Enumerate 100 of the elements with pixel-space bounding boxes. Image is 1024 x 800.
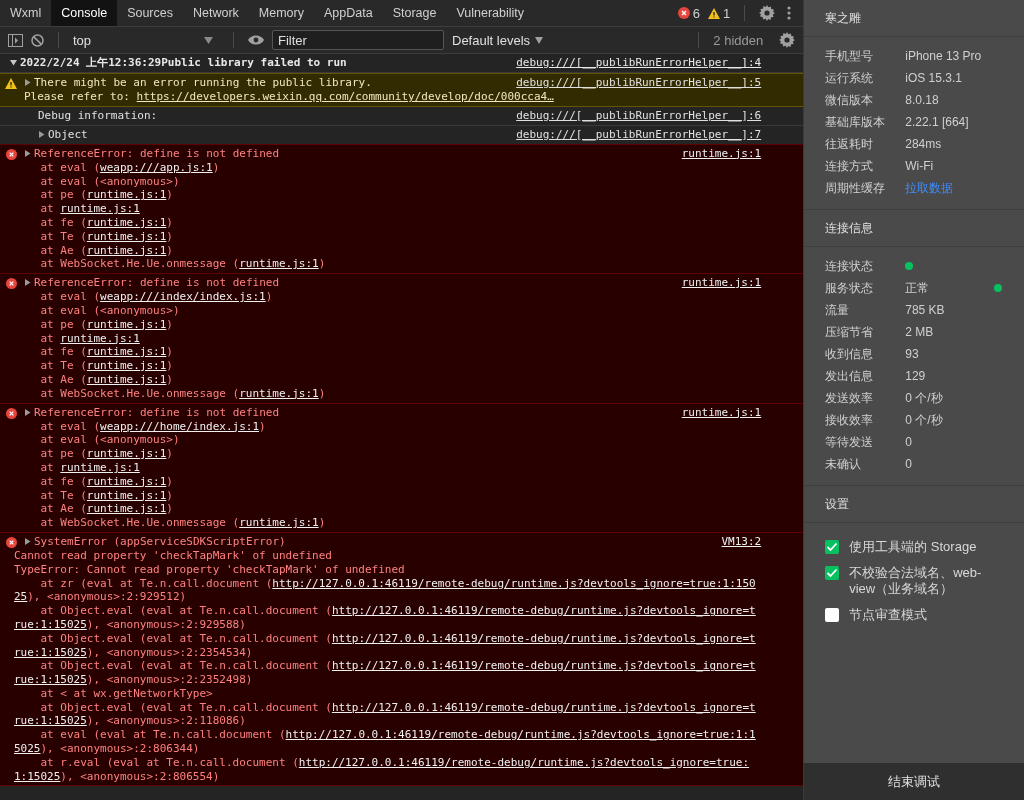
stack-link[interactable]: runtime.js:1 <box>60 460 140 474</box>
checkbox[interactable] <box>825 540 840 554</box>
stack-link[interactable]: 1:15025 <box>14 769 61 783</box>
log-levels-dropdown[interactable]: Default levels <box>452 32 544 48</box>
source-link[interactable]: runtime.js:1 <box>681 146 762 160</box>
stack-link[interactable]: http://127.0.0.1:46119/remote-debug/runtime.js?devtools_ignore=t <box>331 604 756 618</box>
panel-tab[interactable]: AppData <box>314 0 383 26</box>
stack-trace-line: at WebSocket.He.Ue.onmessage (runtime.js:1) <box>39 516 327 530</box>
stack-link[interactable]: http://127.0.0.1:46119/remote-debug/runtime.js?devtools_ignore=t <box>331 659 756 673</box>
stack-link[interactable]: runtime.js:1 <box>60 202 140 216</box>
clear-console-icon[interactable] <box>31 33 44 47</box>
stack-link[interactable]: runtime.js:1 <box>86 188 167 202</box>
stack-link[interactable]: runtime.js:1 <box>86 317 167 331</box>
collapsed-triangle-icon[interactable] <box>24 537 31 545</box>
settings-icon[interactable] <box>779 32 796 48</box>
stack-link[interactable]: runtime.js:1 <box>239 257 319 271</box>
stack-link[interactable]: 25 <box>14 590 28 604</box>
panel-tab[interactable]: Memory <box>248 0 314 26</box>
panel-tab[interactable]: Network <box>183 0 249 26</box>
context-select[interactable]: top <box>73 32 219 48</box>
stack-link[interactable]: weapp:///home/index.js:1 <box>100 419 260 433</box>
panel-tab[interactable]: Console <box>51 0 118 26</box>
end-debug-button[interactable]: 结束调试 <box>804 763 1024 800</box>
source-link[interactable]: VM13:2 <box>721 534 762 548</box>
info-label: 连接状态 <box>825 257 875 275</box>
dropdown-caret-icon <box>204 36 213 44</box>
more-menu-icon[interactable] <box>787 6 792 20</box>
collapsed-triangle-icon[interactable] <box>24 79 31 86</box>
info-label: 未确认 <box>825 455 863 473</box>
stack-trace-line: rue:1:15025), <anonymous>:2:118086) <box>14 714 247 729</box>
warning-icon <box>708 7 720 19</box>
eye-icon[interactable] <box>248 35 264 45</box>
stack-link[interactable]: runtime.js:1 <box>239 516 319 530</box>
console-message: ReferenceError: define is not defined <box>34 276 280 290</box>
stack-link[interactable]: http://127.0.0.1:46119/remote-debug/runtime.js?devtools_ignore=t <box>331 631 756 645</box>
collapsed-triangle-icon[interactable] <box>24 408 31 416</box>
info-value: 正常 <box>905 279 930 297</box>
sidebar-toggle-icon[interactable] <box>8 33 23 47</box>
stack-link[interactable]: runtime.js:1 <box>86 502 167 516</box>
stack-link[interactable]: http://127.0.0.1:46119/remote-debug/runtime.js?devtools_ignore=true:1:150 <box>272 576 756 590</box>
stack-link[interactable]: runtime.js:1 <box>86 359 167 373</box>
stack-trace-line: at WebSocket.He.Ue.onmessage (runtime.js:1) <box>39 386 327 401</box>
stack-link[interactable]: 5025 <box>14 742 41 756</box>
collapsed-triangle-icon[interactable] <box>38 130 45 138</box>
source-link[interactable]: debug:///[__publibRunErrorHelper__]:6 <box>516 108 762 122</box>
source-link[interactable]: debug:///[__publibRunErrorHelper__]:7 <box>516 127 762 141</box>
stack-trace-line: at fe (runtime.js:1) <box>39 345 174 360</box>
error-icon <box>5 148 17 160</box>
info-value: 2 MB <box>905 325 934 339</box>
stack-trace-line: at Te (runtime.js:1) <box>39 488 174 503</box>
stack-trace-line: at Ae (runtime.js:1) <box>39 243 174 258</box>
stack-link[interactable]: runtime.js:1 <box>60 331 140 345</box>
stack-link[interactable]: runtime.js:1 <box>86 243 167 257</box>
console-message: Debug information: <box>38 108 158 122</box>
stack-link[interactable]: rue:1:15025 <box>14 673 87 687</box>
source-link[interactable]: runtime.js:1 <box>681 276 762 290</box>
stack-link[interactable]: runtime.js:1 <box>239 386 319 400</box>
stack-link[interactable]: weapp:///index/index.js:1 <box>100 290 266 304</box>
stack-link[interactable]: runtime.js:1 <box>86 345 167 359</box>
info-label: 往返耗时 <box>825 135 875 153</box>
stack-link[interactable]: runtime.js:1 <box>86 229 167 243</box>
info-label: 服务状态 <box>825 279 875 297</box>
stack-link[interactable]: http://127.0.0.1:46119/remote-debug/runtime.js?devtools_ignore=true: <box>298 755 750 769</box>
stack-link[interactable]: runtime.js:1 <box>86 216 167 229</box>
checkbox[interactable] <box>825 608 840 622</box>
stack-link[interactable]: rue:1:15025 <box>14 645 87 659</box>
error-count[interactable]: 6 <box>677 0 700 26</box>
source-link[interactable]: runtime.js:1 <box>681 405 762 419</box>
checkbox[interactable] <box>825 566 840 580</box>
stack-link[interactable]: runtime.js:1 <box>86 447 167 461</box>
stack-link[interactable]: rue:1:15025 <box>14 617 87 631</box>
stack-link[interactable]: runtime.js:1 <box>86 474 167 488</box>
console-message: Object <box>48 127 88 141</box>
stack-trace-line: at runtime.js:1 <box>39 460 141 475</box>
settings-icon[interactable] <box>759 5 776 21</box>
panel-tab[interactable]: Vulnerability <box>446 0 535 26</box>
panel-tab[interactable]: Wxml <box>0 0 52 26</box>
info-value: iPhone 13 Pro <box>905 49 982 63</box>
source-link[interactable]: debug:///[__publibRunErrorHelper__]:5 <box>516 76 762 89</box>
stack-link[interactable]: http://127.0.0.1:46119/remote-debug/runtime.js?devtools_ignore=true:1:1 <box>285 728 756 742</box>
error-icon <box>5 407 17 419</box>
expanded-triangle-icon[interactable] <box>10 59 17 66</box>
stack-link[interactable]: rue:1:15025 <box>14 714 87 728</box>
device-name: 寒之雕 <box>825 9 862 27</box>
stack-link[interactable]: runtime.js:1 <box>86 488 167 502</box>
filter-field[interactable]: Filter <box>272 30 444 50</box>
info-label: 流量 <box>825 301 851 319</box>
stack-trace-line: at eval (weapp:///home/index.js:1) <box>39 419 267 434</box>
stack-link[interactable]: http://127.0.0.1:46119/remote-debug/runtime.js?devtools_ignore=t <box>331 700 756 714</box>
message-line: TypeError: Cannot read property 'checkTapMark' of undefined <box>14 562 406 577</box>
collapsed-triangle-icon[interactable] <box>24 279 31 287</box>
stack-link[interactable]: runtime.js:1 <box>86 372 167 386</box>
url-link[interactable]: https://developers.weixin.qq.com/community/develop/doc/000cca4… <box>136 90 554 103</box>
collapsed-triangle-icon[interactable] <box>24 149 31 157</box>
warning-count[interactable]: 1 <box>708 0 731 26</box>
stack-link[interactable]: weapp:///app.js:1 <box>100 160 213 174</box>
panel-tab[interactable]: Sources <box>117 0 183 26</box>
source-link[interactable]: debug:///[__publibRunErrorHelper__]:4 <box>516 56 762 69</box>
console-message: ReferenceError: define is not defined <box>34 405 280 419</box>
panel-tab[interactable]: Storage <box>382 0 447 26</box>
